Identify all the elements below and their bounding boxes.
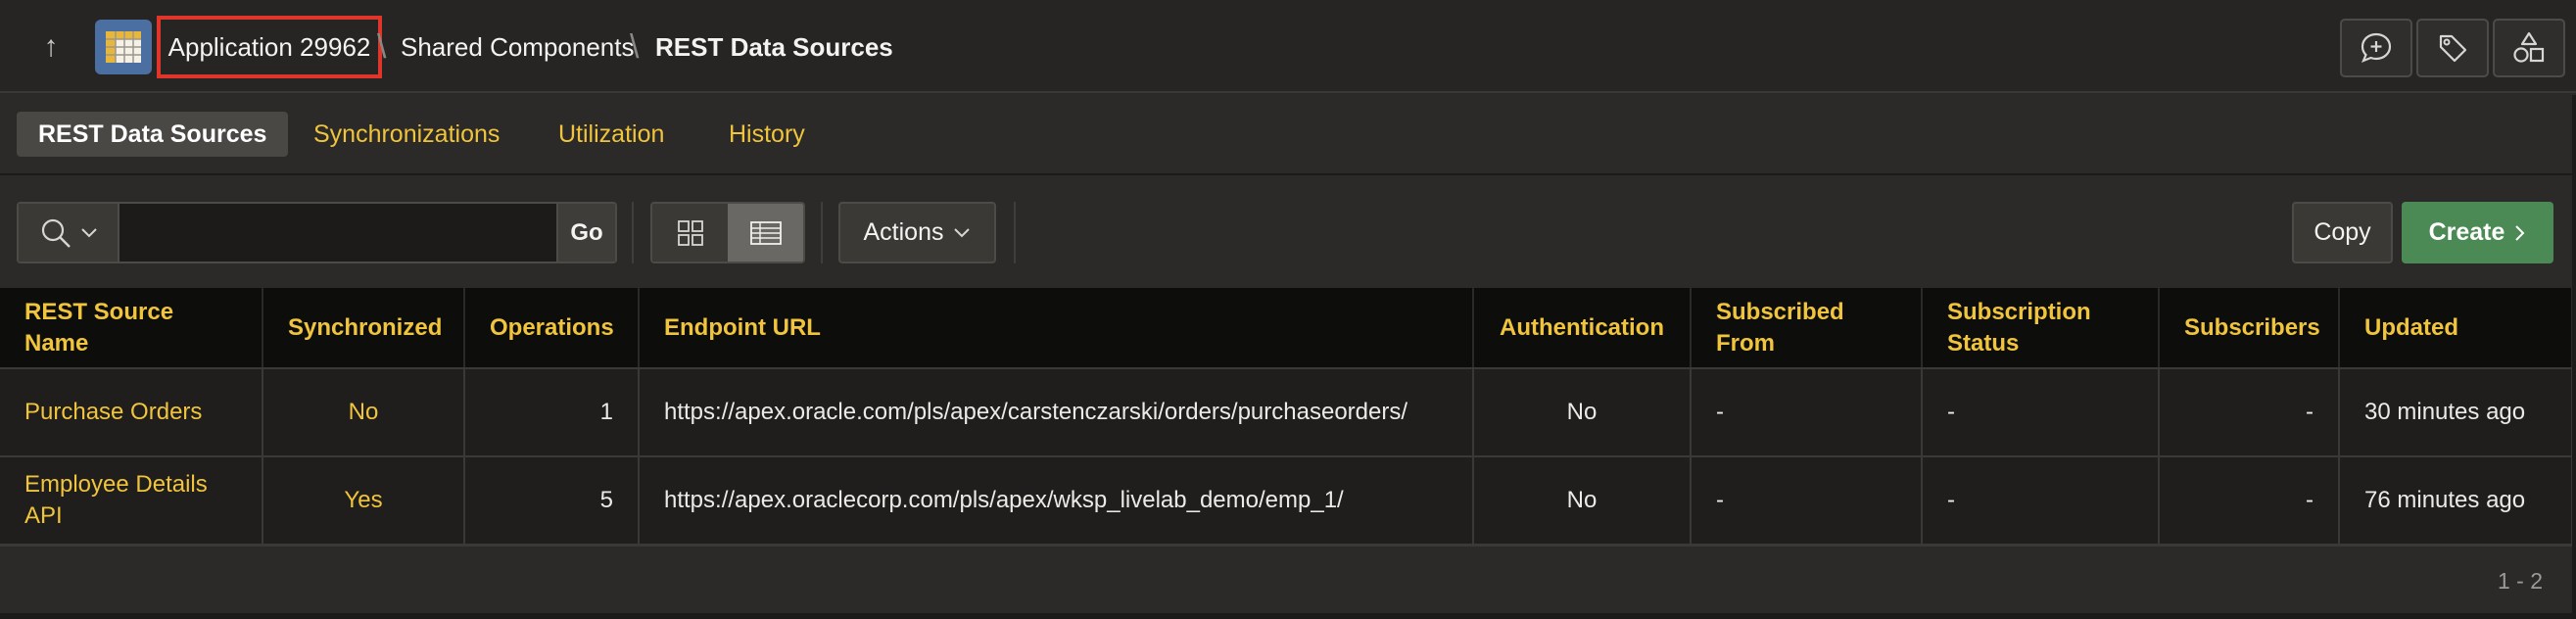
comment-plus-icon — [2361, 32, 2392, 63]
report-view-button[interactable] — [728, 204, 803, 262]
search-bar: Go — [17, 202, 617, 263]
column-header-rest-source-name[interactable]: REST Source Name — [0, 288, 263, 369]
tab-rest-data-sources[interactable]: REST Data Sources — [17, 112, 289, 157]
table-header-row: REST Source Name Synchronized Operations… — [0, 288, 2573, 369]
rest-source-name-link[interactable]: Purchase Orders — [0, 368, 263, 457]
operations-cell: 1 — [464, 368, 640, 457]
subscribers-cell: - — [2159, 368, 2340, 457]
report-table-container: REST Source Name Synchronized Operations… — [0, 288, 2573, 546]
shapes-icon — [2513, 31, 2545, 63]
subscription-status-cell: - — [1922, 368, 2160, 457]
tab-bar: REST Data Sources Synchronizations Utili… — [0, 95, 2576, 175]
updated-cell: 76 minutes ago — [2339, 456, 2573, 546]
column-header-synchronized[interactable]: Synchronized — [262, 288, 465, 369]
toolbar-divider — [632, 202, 634, 263]
actions-menu-button[interactable]: Actions — [838, 202, 996, 263]
search-icon — [41, 218, 71, 248]
scroll-edge — [2572, 95, 2576, 619]
authentication-cell: No — [1473, 368, 1692, 457]
breadcrumb-shared-components[interactable]: Shared Components — [401, 29, 634, 65]
synchronized-link[interactable]: No — [262, 368, 465, 457]
endpoint-url-cell: https://apex.oraclecorp.com/pls/apex/wks… — [639, 456, 1474, 546]
updated-cell: 30 minutes ago — [2339, 368, 2573, 457]
pagination-footer: 1 - 2 — [0, 545, 2572, 613]
create-button[interactable]: Create — [2402, 202, 2553, 263]
breadcrumb-separator: \ — [377, 28, 387, 66]
tag-icon — [2439, 34, 2467, 63]
synchronized-link[interactable]: Yes — [262, 456, 465, 546]
actions-label: Actions — [863, 218, 944, 246]
shapes-button[interactable] — [2493, 19, 2565, 77]
table-row: Purchase Orders No 1 https://apex.oracle… — [0, 368, 2573, 457]
column-header-authentication[interactable]: Authentication — [1473, 288, 1692, 369]
tab-synchronizations[interactable]: Synchronizations — [292, 112, 521, 157]
go-button[interactable]: Go — [556, 204, 615, 262]
endpoint-url-cell: https://apex.oracle.com/pls/apex/carsten… — [639, 368, 1474, 457]
breadcrumb-application[interactable]: Application 29962 — [157, 16, 382, 78]
grid-view-icon — [677, 219, 703, 246]
tab-history[interactable]: History — [707, 112, 827, 157]
arrow-up-icon[interactable]: ↑ — [29, 29, 72, 65]
column-header-updated[interactable]: Updated — [2339, 288, 2573, 369]
page-header: ↑ Application 29962 \ Shared Components … — [0, 0, 2576, 93]
subscribed-from-cell: - — [1691, 456, 1923, 546]
toolbar-divider — [821, 202, 823, 263]
search-column-selector[interactable] — [19, 204, 119, 262]
comment-plus-button[interactable] — [2340, 19, 2412, 77]
view-switcher — [650, 202, 805, 263]
tag-button[interactable] — [2416, 19, 2489, 77]
chevron-down-icon — [80, 227, 97, 237]
pagination-range: 1 - 2 — [2497, 568, 2543, 594]
spreadsheet-grid-icon[interactable] — [95, 20, 152, 74]
breadcrumb-separator: \ — [630, 28, 640, 66]
column-header-subscription-status[interactable]: Subscription Status — [1922, 288, 2160, 369]
page-bottom-edge — [0, 613, 2576, 619]
copy-button[interactable]: Copy — [2292, 202, 2393, 263]
search-input[interactable] — [119, 204, 556, 262]
create-label: Create — [2428, 218, 2505, 246]
rest-source-name-link[interactable]: Employee Details API — [0, 456, 263, 546]
chevron-right-icon — [2515, 224, 2525, 241]
chevron-down-icon — [954, 227, 971, 237]
icon-view-button[interactable] — [652, 204, 728, 262]
table-row: Employee Details API Yes 5 https://apex.… — [0, 456, 2573, 546]
subscription-status-cell: - — [1922, 456, 2160, 546]
authentication-cell: No — [1473, 456, 1692, 546]
tab-utilization[interactable]: Utilization — [537, 112, 686, 157]
subscribers-cell: - — [2159, 456, 2340, 546]
rest-data-sources-table: REST Source Name Synchronized Operations… — [0, 288, 2573, 546]
operations-cell: 5 — [464, 456, 640, 546]
subscribed-from-cell: - — [1691, 368, 1923, 457]
column-header-subscribed-from[interactable]: Subscribed From — [1691, 288, 1923, 369]
table-view-icon — [749, 220, 782, 245]
toolbar-divider — [1014, 202, 1016, 263]
column-header-endpoint-url[interactable]: Endpoint URL — [639, 288, 1474, 369]
column-header-subscribers[interactable]: Subscribers — [2159, 288, 2340, 369]
report-toolbar: Go Actions Copy Create — [0, 177, 2576, 288]
column-header-operations[interactable]: Operations — [464, 288, 640, 369]
page-title: REST Data Sources — [655, 32, 893, 62]
